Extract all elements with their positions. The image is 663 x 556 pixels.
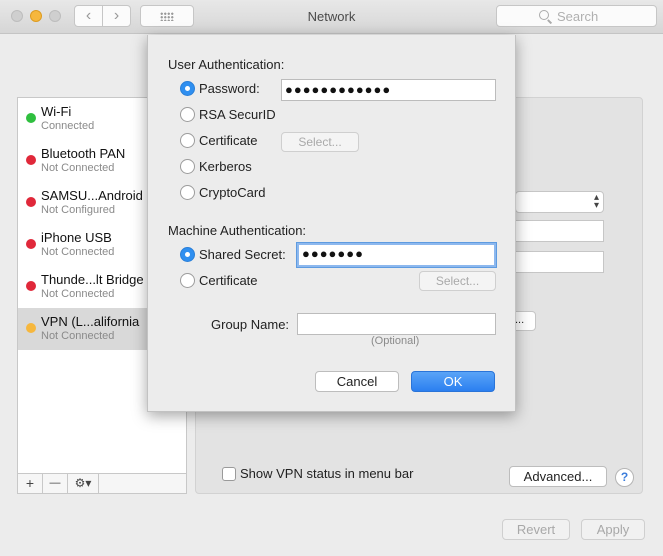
gear-icon: ⚙▾ bbox=[74, 476, 92, 490]
certificate-label: Certificate bbox=[199, 133, 258, 148]
service-name: Wi-Fi bbox=[41, 104, 72, 119]
kerberos-label: Kerberos bbox=[199, 159, 252, 174]
popup-arrows-icon: ▴ ▾ bbox=[593, 192, 599, 211]
apply-button[interactable]: Apply bbox=[581, 519, 645, 540]
status-dot-icon bbox=[26, 281, 36, 291]
status-dot-icon bbox=[26, 155, 36, 165]
authentication-settings-sheet: User Authentication: Password: ●●●●●●●●●… bbox=[147, 35, 516, 412]
cancel-button[interactable]: Cancel bbox=[315, 371, 399, 392]
machine-authentication-heading: Machine Authentication: bbox=[168, 223, 307, 238]
service-name: SAMSU...Android bbox=[41, 188, 143, 203]
remove-service-button[interactable]: — bbox=[43, 474, 68, 493]
service-status: Not Connected bbox=[41, 330, 115, 342]
question-mark-icon: ? bbox=[620, 470, 629, 484]
rsa-securid-label: RSA SecurID bbox=[199, 107, 276, 122]
advanced-button[interactable]: Advanced... bbox=[509, 466, 607, 487]
ok-button[interactable]: OK bbox=[411, 371, 495, 392]
status-dot-icon bbox=[26, 113, 36, 123]
server-address-field[interactable] bbox=[515, 220, 604, 242]
service-status: Connected bbox=[41, 120, 95, 132]
password-field[interactable]: ●●●●●●●●●●●● bbox=[281, 79, 496, 101]
status-dot-icon bbox=[26, 323, 36, 333]
show-vpn-status-label: Show VPN status in menu bar bbox=[240, 466, 414, 481]
service-name: VPN (L...alifornia bbox=[41, 314, 140, 329]
search-placeholder: Search bbox=[557, 9, 599, 24]
service-status: Not Configured bbox=[41, 204, 115, 216]
minus-icon: — bbox=[49, 477, 61, 489]
service-status: Not Connected bbox=[41, 246, 115, 258]
status-dot-icon bbox=[26, 197, 36, 207]
status-dot-icon bbox=[26, 239, 36, 249]
show-vpn-status-checkbox[interactable] bbox=[222, 467, 236, 481]
certificate-radio[interactable] bbox=[180, 133, 195, 148]
shared-secret-label: Shared Secret: bbox=[199, 247, 286, 262]
machine-certificate-select-button[interactable]: Select... bbox=[419, 271, 496, 291]
group-name-field[interactable] bbox=[297, 313, 496, 335]
group-name-hint: (Optional) bbox=[371, 335, 420, 347]
kerberos-radio[interactable] bbox=[180, 159, 195, 174]
service-name: Thunde...lt Bridge bbox=[41, 272, 144, 287]
machine-certificate-label: Certificate bbox=[199, 273, 258, 288]
shared-secret-field[interactable]: ●●●●●●● bbox=[297, 243, 496, 267]
service-status: Not Connected bbox=[41, 288, 115, 300]
shared-secret-radio[interactable] bbox=[180, 247, 195, 262]
service-list-toolbar: + — ⚙▾ bbox=[18, 473, 186, 493]
cryptocard-radio[interactable] bbox=[180, 185, 195, 200]
help-button[interactable]: ? bbox=[615, 468, 634, 487]
service-name: iPhone USB bbox=[41, 230, 112, 245]
add-service-button[interactable]: + bbox=[18, 474, 43, 493]
service-name: Bluetooth PAN bbox=[41, 146, 126, 161]
password-radio[interactable] bbox=[180, 81, 195, 96]
action-menu-button[interactable]: ⚙▾ bbox=[68, 474, 99, 493]
title-bar: ‹ › Network Search bbox=[0, 0, 663, 34]
password-label: Password: bbox=[199, 81, 260, 96]
plus-icon: + bbox=[25, 475, 35, 491]
rsa-securid-radio[interactable] bbox=[180, 107, 195, 122]
search-field[interactable]: Search bbox=[496, 5, 657, 27]
user-authentication-heading: User Authentication: bbox=[168, 57, 285, 72]
certificate-select-button[interactable]: Select... bbox=[281, 132, 359, 152]
group-name-label: Group Name: bbox=[211, 317, 290, 332]
account-name-field[interactable] bbox=[515, 251, 604, 273]
configuration-popup[interactable]: ▴ ▾ bbox=[515, 191, 604, 213]
cryptocard-label: CryptoCard bbox=[199, 185, 266, 200]
service-status: Not Connected bbox=[41, 162, 115, 174]
search-icon bbox=[539, 10, 549, 20]
machine-certificate-radio[interactable] bbox=[180, 273, 195, 288]
revert-button[interactable]: Revert bbox=[502, 519, 570, 540]
